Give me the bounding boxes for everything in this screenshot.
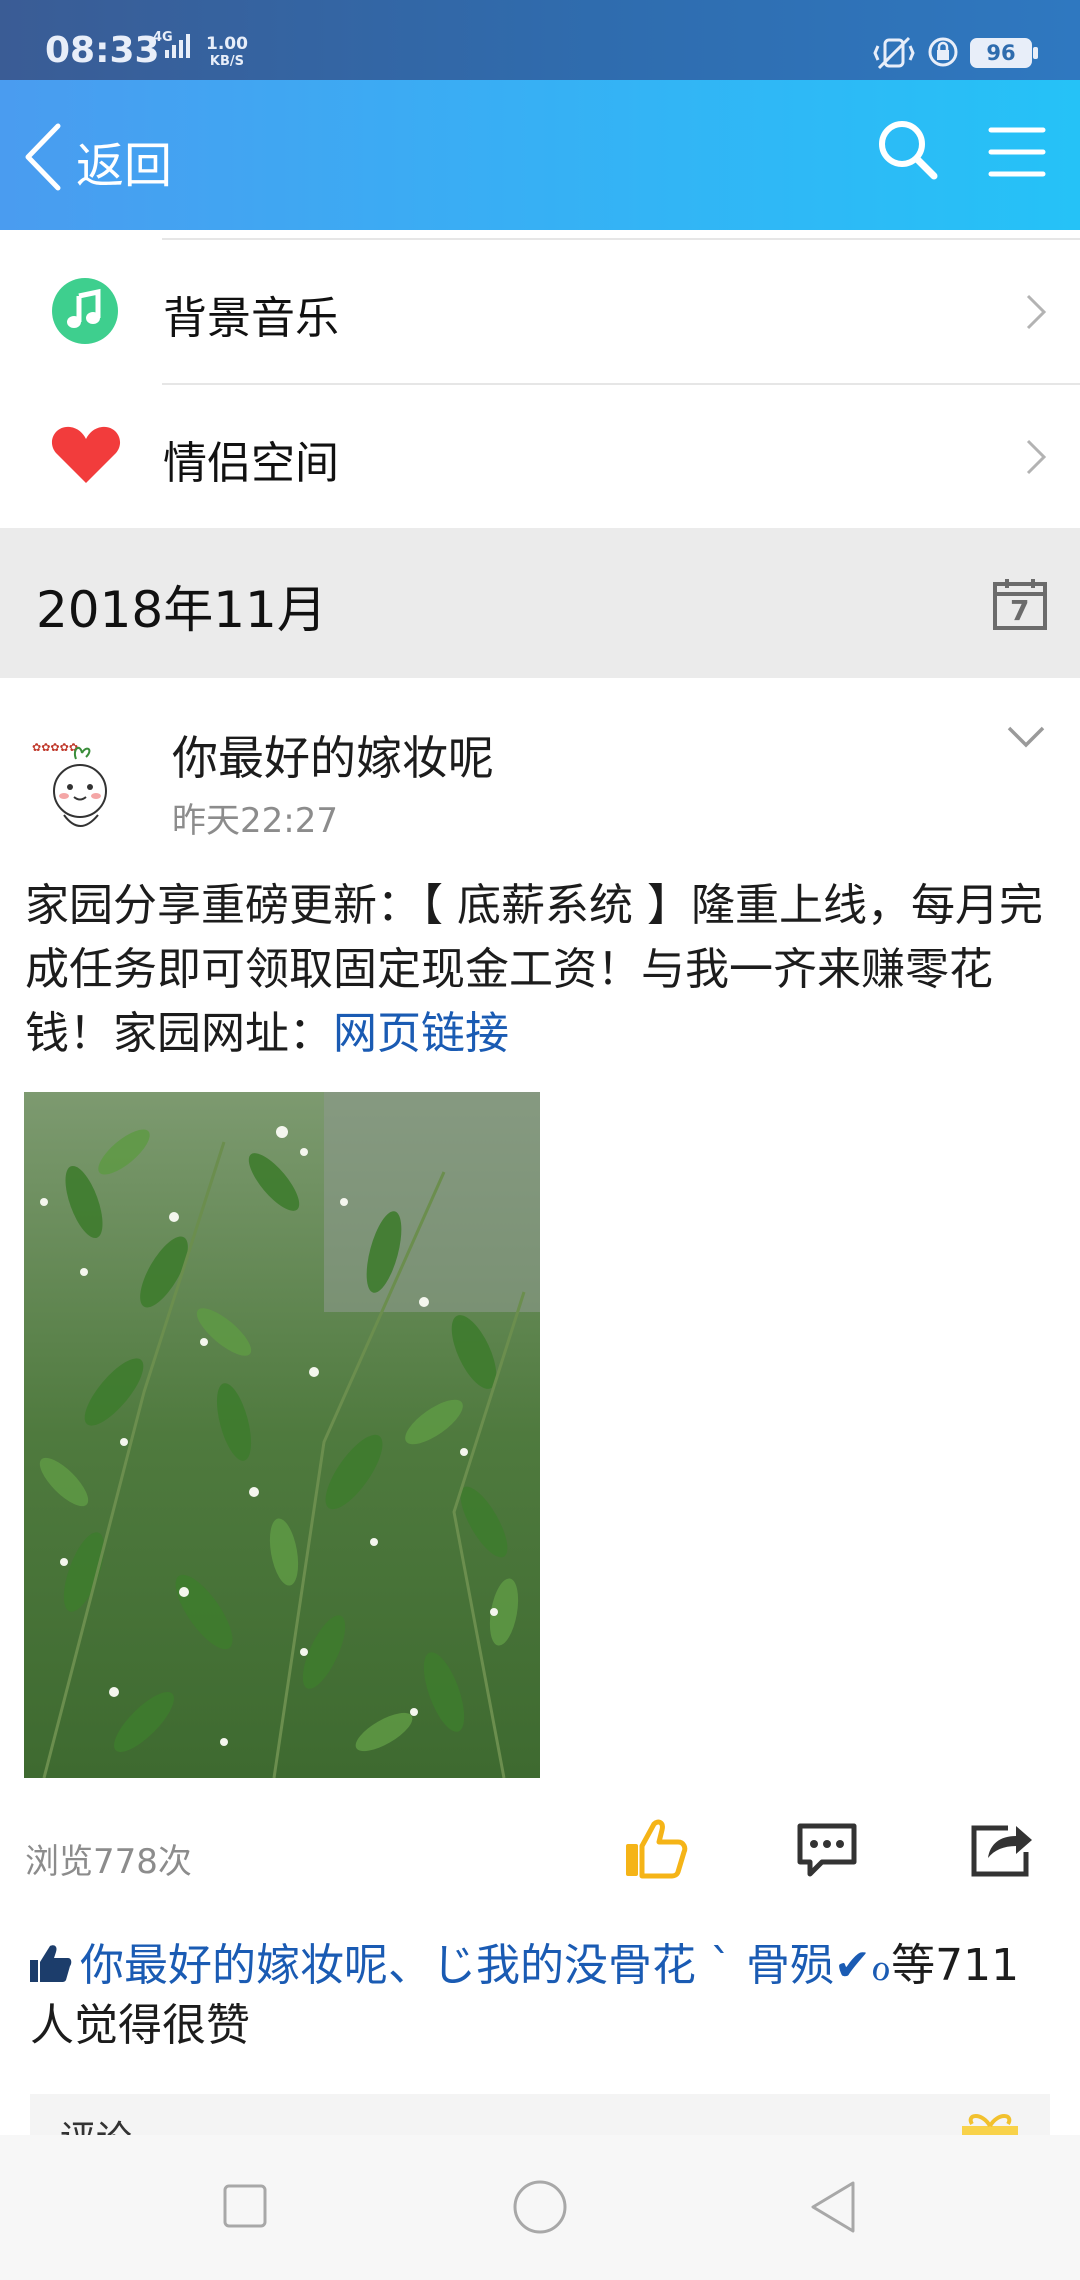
network-speed: 1.00 KB/S — [206, 36, 248, 70]
home-icon[interactable] — [512, 2179, 568, 2235]
post-link[interactable]: 网页链接 — [333, 1008, 509, 1059]
menu-item-label: 情侣空间 — [163, 438, 339, 489]
month-label: 2018年11月 — [36, 581, 327, 639]
svg-text:✿✿✿✿✿: ✿✿✿✿✿ — [32, 741, 78, 754]
battery-indicator: 96 — [970, 38, 1032, 68]
post-author[interactable]: 你最好的嫁妆呢 — [172, 722, 494, 788]
system-nav-bar — [0, 2135, 1080, 2280]
heart-icon — [51, 426, 121, 483]
view-count: 浏览778次 — [25, 1842, 192, 1882]
top-app-bar: 返回 — [0, 80, 1080, 230]
speed-unit: KB/S — [209, 54, 245, 69]
recent-apps-icon[interactable] — [222, 2183, 268, 2229]
avatar[interactable]: ✿✿✿✿✿ — [24, 725, 134, 843]
chevron-left-icon — [25, 123, 61, 191]
status-time: 08:33 — [45, 30, 160, 71]
comment-icon[interactable] — [794, 1822, 860, 1878]
post-image[interactable] — [24, 1092, 540, 1778]
like-icon[interactable] — [622, 1818, 688, 1880]
calendar-icon[interactable]: 7 — [993, 578, 1047, 630]
chevron-right-icon — [1026, 439, 1047, 475]
likes-names[interactable]: 你最好的嫁妆呢、じ我的没骨花 ˋ 骨殒✔ℴ — [80, 1940, 891, 1991]
share-icon[interactable] — [968, 1818, 1036, 1880]
post-body: 家园分享重磅更新：【 底薪系统 】隆重上线，每月完成任务即可领取固定现金工资！与… — [25, 874, 1055, 1066]
back-button[interactable]: 返回 — [20, 112, 190, 202]
battery-tip — [1033, 47, 1038, 59]
menu-item-background-music[interactable]: 背景音乐 — [0, 240, 1080, 382]
back-nav-icon[interactable] — [808, 2179, 858, 2235]
chevron-right-icon — [1026, 294, 1047, 330]
menu-item-label: 背景音乐 — [163, 293, 339, 344]
post-text: 家园分享重磅更新：【 底薪系统 】隆重上线，每月完成任务即可领取固定现金工资！与… — [25, 880, 1043, 1059]
music-icon — [52, 278, 118, 344]
plant-photo — [24, 1092, 540, 1778]
status-bar: 08:33 4G 1.00 KB/S 96 — [0, 0, 1080, 80]
likes-summary: 你最好的嫁妆呢、じ我的没骨花 ˋ 骨殒✔ℴ等711人觉得很赞 — [30, 1936, 1050, 2056]
back-label: 返回 — [76, 138, 173, 194]
post-time: 昨天22:27 — [172, 801, 338, 841]
chevron-down-icon[interactable] — [1006, 724, 1046, 750]
search-icon[interactable] — [876, 118, 940, 182]
signal-icon — [165, 34, 190, 58]
vibrate-icon — [873, 36, 915, 70]
month-bar: 2018年11月 7 — [0, 528, 1080, 678]
lock-rotation-icon — [928, 37, 958, 67]
menu-icon[interactable] — [988, 124, 1046, 180]
calendar-day: 7 — [1010, 594, 1030, 627]
avatar-cartoon-icon: ✿✿✿✿✿ — [24, 725, 134, 843]
menu-item-couple-space[interactable]: 情侣空间 — [0, 385, 1080, 527]
speed-value: 1.00 — [206, 34, 248, 54]
